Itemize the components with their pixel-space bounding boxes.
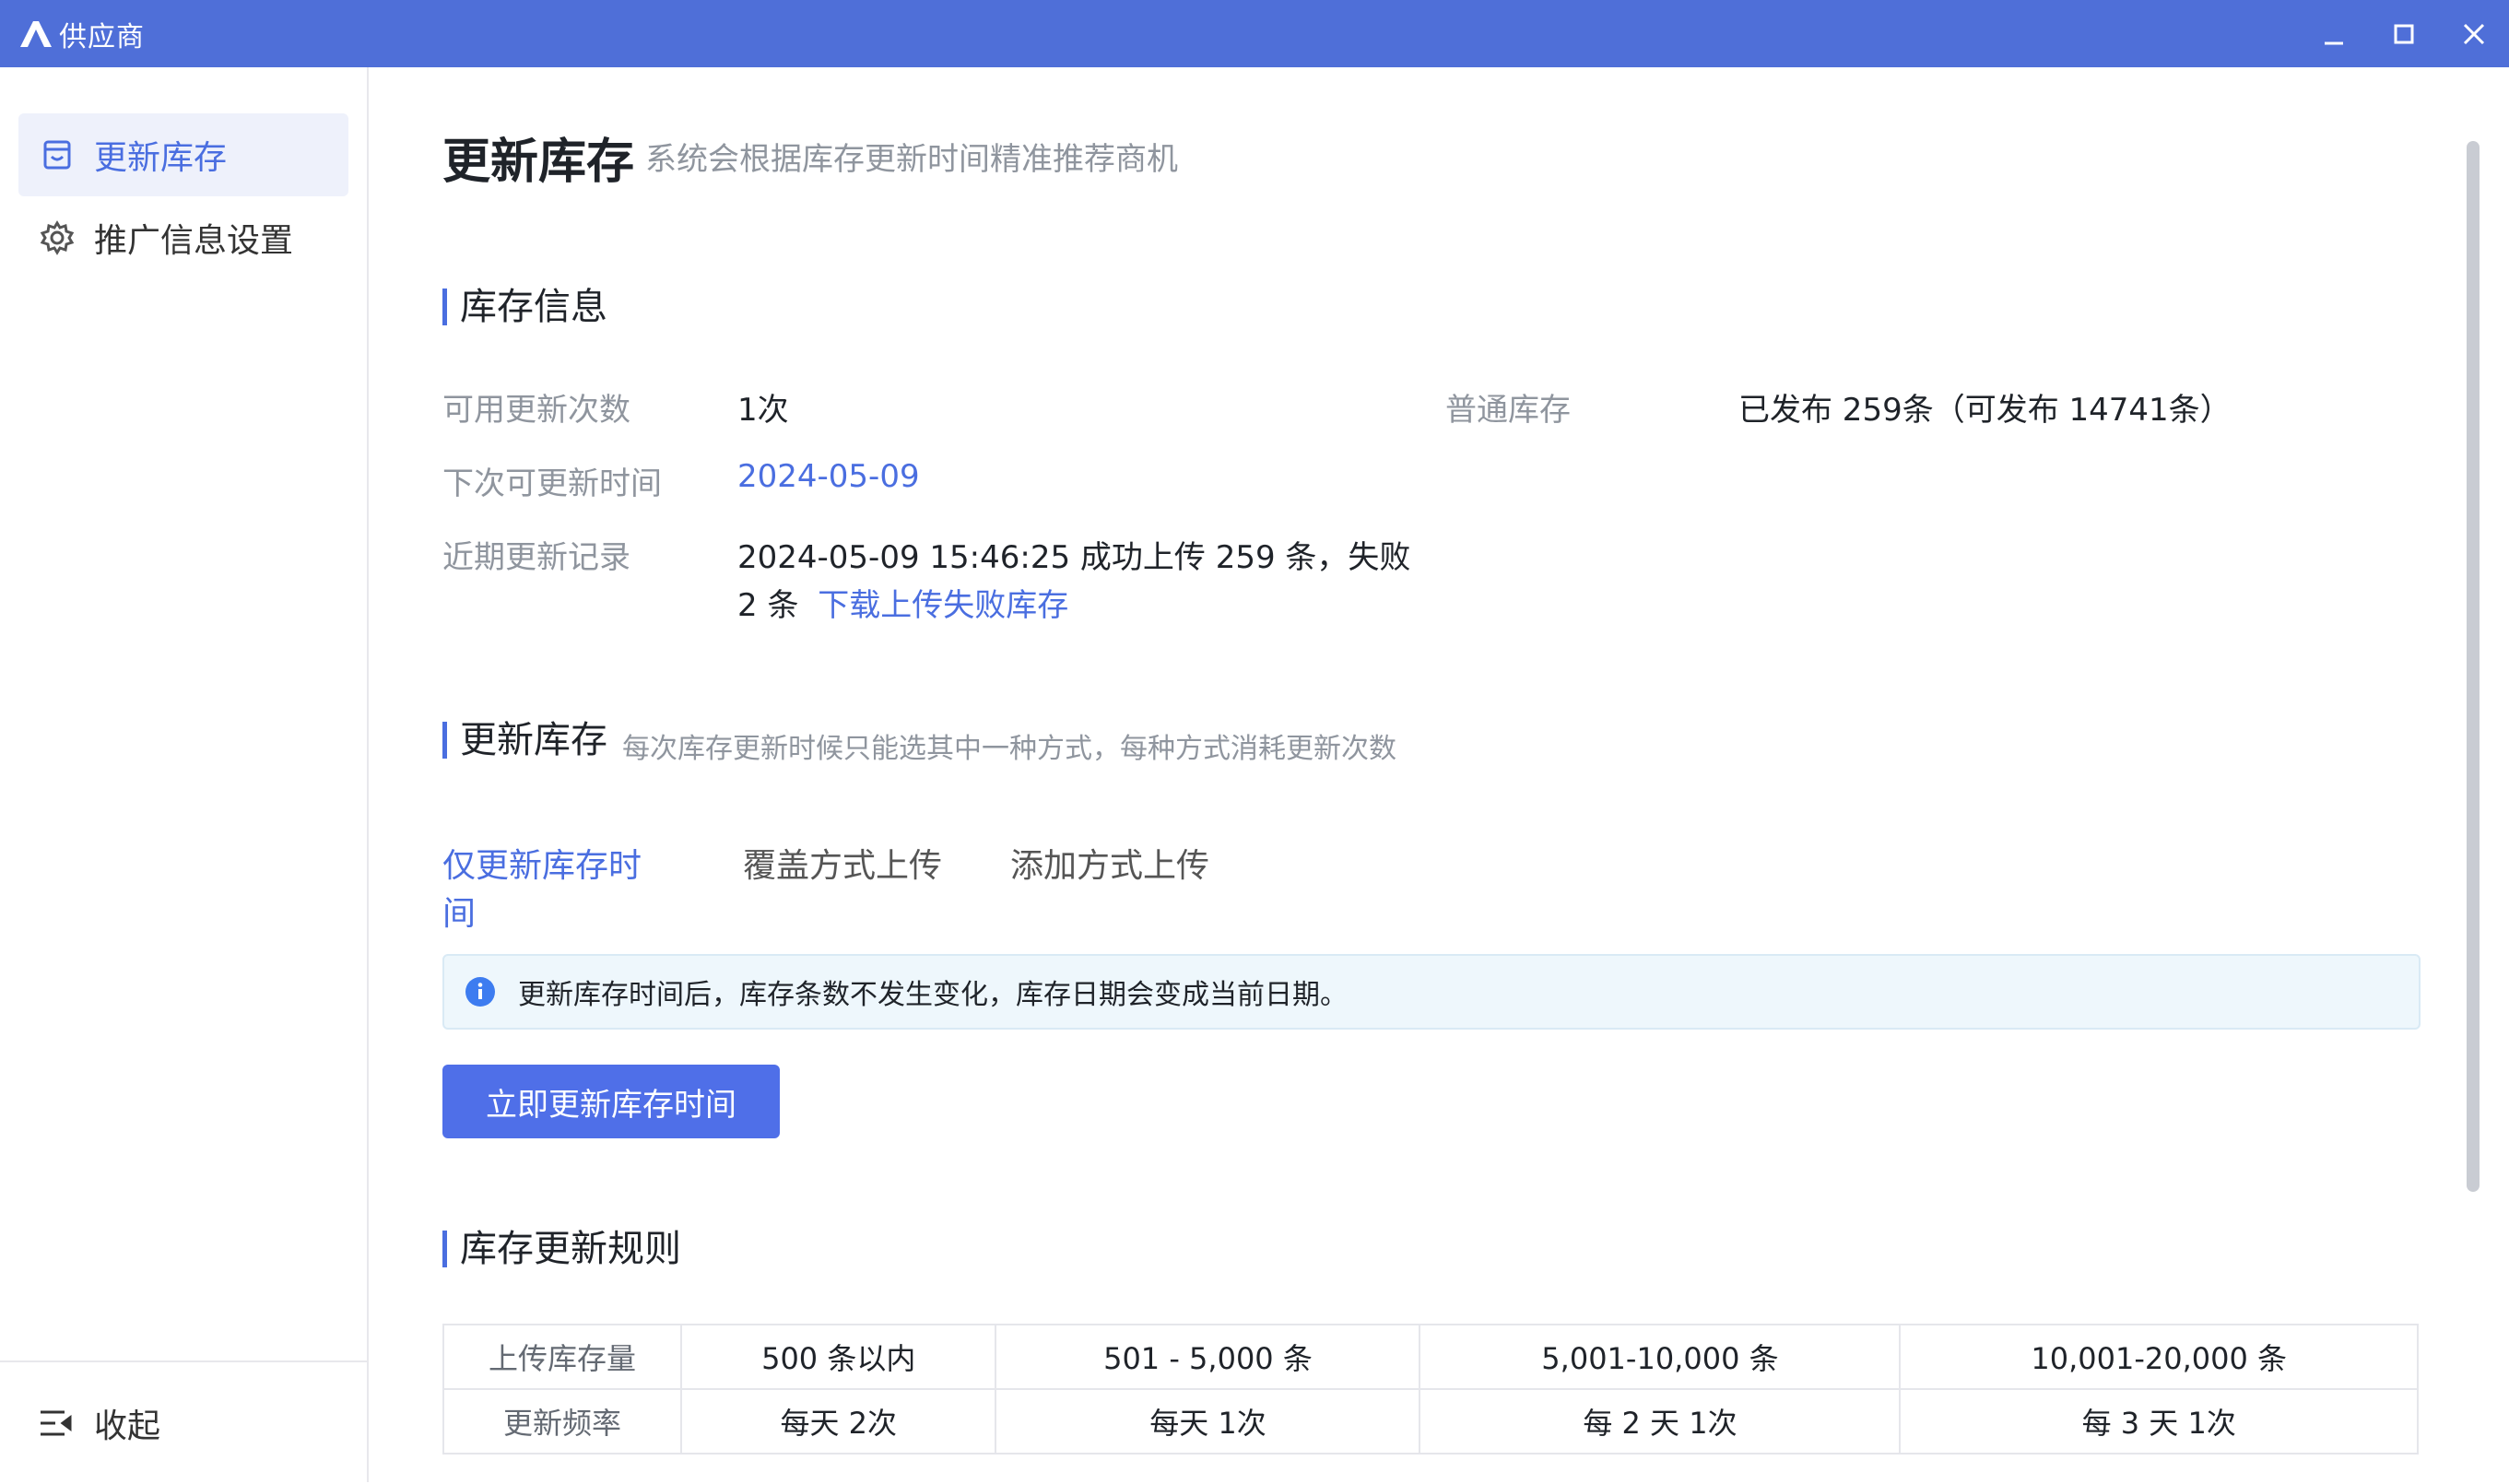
- table-cell: 500 条以内: [679, 1324, 997, 1390]
- update-rules-table: 上传库存量 500 条以内 501 - 5,000 条 5,001-10,000…: [442, 1324, 2419, 1455]
- table-row-header: 上传库存量: [442, 1324, 682, 1390]
- section-title-update-rules: 库存更新规则: [442, 1231, 681, 1267]
- table-cell: 每 3 天 1次: [1899, 1388, 2419, 1455]
- available-updates-label: 可用更新次数: [442, 392, 630, 429]
- sidebar-item-label: 更新库存: [94, 139, 228, 177]
- main-scrollbar[interactable]: [2467, 141, 2480, 1192]
- recent-record-line2: 2 条 下载上传失败库存: [737, 580, 1068, 625]
- gear-icon: [40, 220, 75, 255]
- maximize-icon: [2394, 24, 2414, 43]
- close-button[interactable]: [2439, 0, 2509, 67]
- table-cell: 每天 1次: [995, 1388, 1421, 1455]
- main-content: 更新库存 系统会根据库存更新时间精准推荐商机 库存信息 可用更新次数 1次 普通…: [369, 67, 2483, 1482]
- recent-record-label: 近期更新记录: [442, 539, 630, 576]
- sidebar: 更新库存 推广信息设置 收起: [0, 67, 369, 1482]
- close-icon: [2463, 23, 2485, 44]
- store-icon: [43, 140, 71, 170]
- update-section-subtitle: 每次库存更新时候只能选其中一种方式，每种方式消耗更新次数: [622, 733, 1396, 765]
- page-title: 更新库存: [442, 135, 635, 190]
- next-update-label: 下次可更新时间: [442, 465, 662, 502]
- normal-stock-label: 普通库存: [1445, 392, 1571, 429]
- table-row-header: 更新频率: [442, 1388, 682, 1455]
- table-cell: 每 2 天 1次: [1419, 1388, 1902, 1455]
- brand-a-logo: [20, 20, 52, 47]
- app-title: 供应商: [59, 20, 145, 53]
- minimize-icon: [2325, 41, 2343, 44]
- sidebar-item-update-stock[interactable]: 更新库存: [18, 113, 348, 196]
- collapse-menu-icon: [41, 1410, 72, 1436]
- table-row: 上传库存量 500 条以内 501 - 5,000 条 5,001-10,000…: [442, 1324, 2419, 1390]
- sidebar-item-promo-settings[interactable]: 推广信息设置: [18, 196, 348, 279]
- table-cell: 每天 2次: [679, 1388, 997, 1455]
- collapse-button[interactable]: 收起: [37, 1399, 160, 1447]
- download-failed-link[interactable]: 下载上传失败库存: [818, 587, 1068, 624]
- notice-text: 更新库存时间后，库存条数不发生变化，库存日期会变成当前日期。: [518, 979, 1348, 1011]
- sidebar-item-label: 推广信息设置: [94, 222, 294, 260]
- normal-stock-value: 已发布 259条（可发布 14741条）: [1738, 392, 2232, 429]
- table-cell: 5,001-10,000 条: [1419, 1324, 1902, 1390]
- info-icon: [465, 977, 495, 1007]
- info-notice: 更新库存时间后，库存条数不发生变化，库存日期会变成当前日期。: [442, 954, 2421, 1030]
- section-title-update-stock: 更新库存: [442, 722, 607, 759]
- next-update-value: 2024-05-09: [737, 458, 920, 495]
- update-stock-time-button[interactable]: 立即更新库存时间: [442, 1065, 780, 1138]
- recent-record-failed-count: 2 条: [737, 587, 799, 624]
- collapse-label: 收起: [94, 1407, 161, 1445]
- recent-record-line1: 2024-05-09 15:46:25 成功上传 259 条，失败: [737, 539, 1411, 576]
- minimize-button[interactable]: [2299, 0, 2369, 67]
- table-cell: 501 - 5,000 条: [995, 1324, 1421, 1390]
- table-row: 更新频率 每天 2次 每天 1次 每 2 天 1次 每 3 天 1次: [442, 1388, 2419, 1455]
- section-title-inventory-info: 库存信息: [442, 289, 607, 325]
- available-updates-value: 1次: [737, 392, 789, 429]
- page-subtitle: 系统会根据库存更新时间精准推荐商机: [645, 141, 1178, 178]
- sidebar-footer: 收起: [0, 1360, 367, 1484]
- title-bar: 供应商: [0, 0, 2509, 67]
- maximize-button[interactable]: [2369, 0, 2439, 67]
- table-cell: 10,001-20,000 条: [1899, 1324, 2419, 1390]
